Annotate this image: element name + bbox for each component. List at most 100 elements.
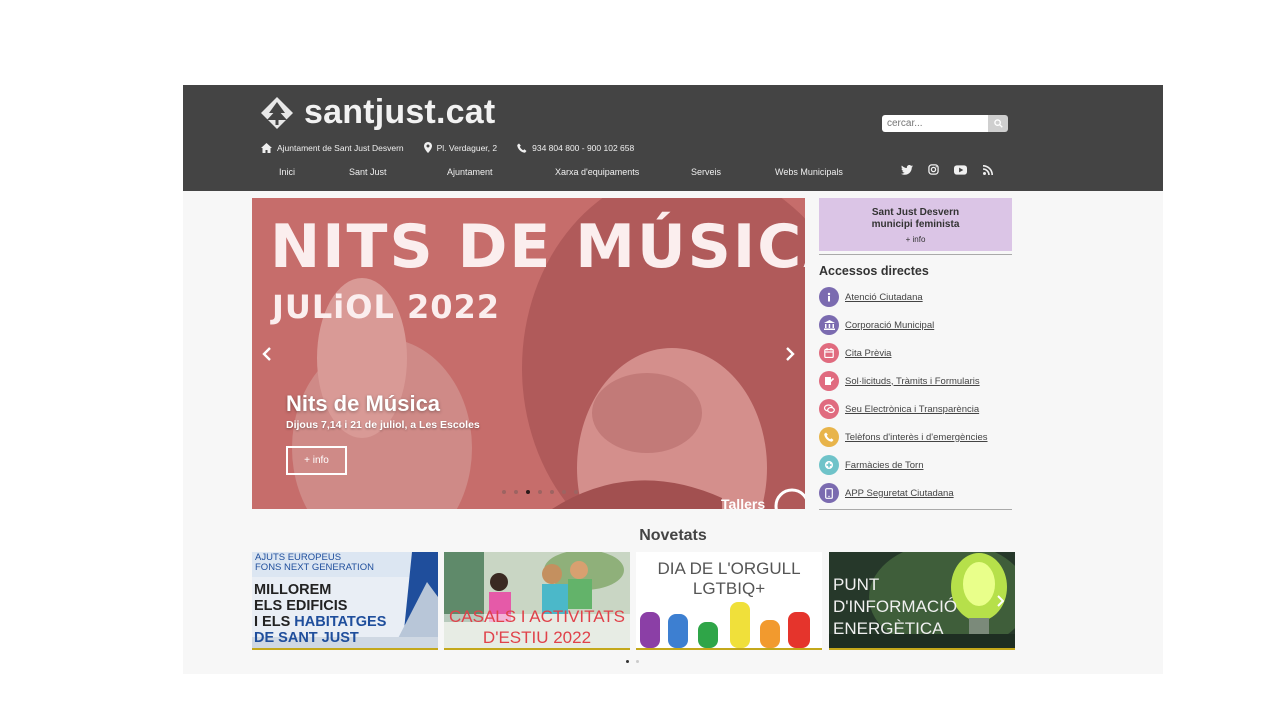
twitter-icon[interactable]	[899, 162, 914, 177]
access-item-telefons[interactable]: Telèfons d'interès i d'emergències	[819, 423, 1012, 451]
access-label[interactable]: Corporació Municipal	[845, 320, 934, 331]
slider-dot[interactable]	[574, 490, 578, 494]
address: Pl. Verdaguer, 2	[436, 142, 498, 153]
calendar-icon	[819, 343, 839, 363]
nav-item-webs-municipals[interactable]: Webs Municipals	[775, 167, 843, 177]
nav-item-equipaments[interactable]: Xarxa d'equipaments	[555, 167, 639, 177]
phone-icon	[517, 143, 527, 153]
access-item-cita-previa[interactable]: Cita Prèvia	[819, 339, 1012, 367]
main-nav: Inici Sant Just Ajuntament Xarxa d'equip…	[183, 167, 1163, 181]
news-line: I ELS HABITATGES	[254, 614, 386, 630]
news-line: LGTBIQ+	[692, 579, 766, 598]
rss-icon[interactable]	[980, 162, 995, 177]
news-line: ENERGÈTICA	[833, 619, 944, 638]
news-dot[interactable]	[636, 660, 639, 663]
chat-icon	[819, 399, 839, 419]
hero-caption: Nits de Música Dijous 7,14 i 21 de julio…	[286, 391, 480, 431]
instagram-icon[interactable]	[926, 162, 941, 177]
nav-item-sant-just[interactable]: Sant Just	[349, 167, 387, 177]
access-item-farmacies[interactable]: Farmàcies de Torn	[819, 451, 1012, 479]
home-icon	[261, 142, 272, 153]
access-label[interactable]: Seu Electrònica i Transparència	[845, 404, 979, 415]
news-tagline: AJUTS EUROPEUS FONS NEXT GENERATION	[255, 552, 374, 573]
news-dot-active[interactable]	[626, 660, 629, 663]
news-line: D'INFORMACIÓ	[833, 597, 958, 616]
news-headline: DIA DE L'ORGULL LGTBIQ+	[636, 559, 822, 599]
slider-dot[interactable]	[514, 490, 518, 494]
form-icon	[819, 371, 839, 391]
info-icon	[819, 287, 839, 307]
access-label[interactable]: Sol·licituds, Tràmits i Formularis	[845, 376, 980, 387]
news-headline: CASALS I ACTIVITATS D'ESTIU 2022	[444, 606, 630, 648]
news-pager	[626, 660, 639, 663]
poster-subtitle: JULiOL 2022	[272, 288, 501, 326]
poster-footer: Tallers	[721, 496, 766, 509]
address-info: Pl. Verdaguer, 2	[423, 142, 498, 153]
phone-info: 934 804 800 - 900 102 658	[517, 143, 634, 153]
access-label[interactable]: APP Seguretat Ciutadana	[845, 488, 954, 499]
logo-icon	[261, 96, 293, 129]
hero-title: Nits de Música	[286, 391, 441, 416]
sidebar: Sant Just Desvern municipi feminista + i…	[819, 198, 1012, 510]
news-card-energia[interactable]: PUNT D'INFORMACIÓ ENERGÈTICA	[829, 552, 1015, 650]
divider	[819, 509, 1012, 510]
hero-more-info-button[interactable]: + info	[286, 446, 347, 475]
nav-item-ajuntament[interactable]: Ajuntament	[447, 167, 493, 177]
search-box	[882, 115, 1008, 132]
access-item-seu-electronica[interactable]: Seu Electrònica i Transparència	[819, 395, 1012, 423]
access-title: Accessos directes	[819, 264, 929, 278]
access-label[interactable]: Atenció Ciutadana	[845, 292, 923, 303]
access-label[interactable]: Farmàcies de Torn	[845, 460, 924, 471]
search-button[interactable]	[988, 115, 1008, 132]
news-line: D'ESTIU 2022	[482, 628, 592, 647]
feminist-more-link[interactable]: + info	[819, 235, 1012, 244]
chevron-left-icon	[262, 347, 271, 361]
access-item-app-seguretat[interactable]: APP Seguretat Ciutadana	[819, 479, 1012, 507]
chevron-right-icon	[786, 347, 795, 361]
nav-item-serveis[interactable]: Serveis	[691, 167, 721, 177]
news-line: DIA DE L'ORGULL	[657, 559, 801, 578]
news-line: CASALS I ACTIVITATS	[448, 607, 626, 626]
feminist-banner[interactable]: Sant Just Desvern municipi feminista + i…	[819, 198, 1012, 251]
slider-dot[interactable]	[502, 490, 506, 494]
slider-dot-active[interactable]	[526, 490, 530, 494]
news-card-orgull[interactable]: DIA DE L'ORGULL LGTBIQ+	[636, 552, 822, 650]
news-next-button[interactable]	[996, 594, 1005, 612]
novetats-title: Novetats	[639, 527, 707, 544]
access-label[interactable]: Telèfons d'interès i d'emergències	[845, 432, 988, 443]
pharmacy-icon	[819, 455, 839, 475]
search-input[interactable]	[882, 115, 988, 132]
youtube-icon[interactable]	[953, 162, 968, 177]
news-line: PUNT	[833, 575, 880, 594]
org-info: Ajuntament de Sant Just Desvern	[261, 142, 404, 153]
access-item-corporacio[interactable]: Corporació Municipal	[819, 311, 1012, 339]
slider-dot[interactable]	[562, 490, 566, 494]
nav-item-inici[interactable]: Inici	[279, 167, 295, 177]
map-pin-icon	[423, 142, 432, 153]
news-card-casals[interactable]: CASALS I ACTIVITATS D'ESTIU 2022	[444, 552, 630, 650]
news-card-ajuts[interactable]: AJUTS EUROPEUS FONS NEXT GENERATION MILL…	[252, 552, 438, 650]
slider-dots	[502, 490, 578, 494]
news-line-highlight: HABITATGES	[294, 614, 387, 630]
mobile-icon	[819, 483, 839, 503]
access-label[interactable]: Cita Prèvia	[845, 348, 891, 359]
news-line: MILLOREM	[254, 582, 332, 598]
news-line-part: I ELS	[254, 614, 295, 630]
news-headline: MILLOREM ELS EDIFICIS I ELS HABITATGES D…	[254, 582, 386, 646]
hero-subtitle: Dijous 7,14 i 21 de juliol, a Les Escole…	[286, 419, 480, 431]
social-links	[899, 162, 995, 177]
page: santjust.cat Ajuntament de Sant Just Des…	[183, 85, 1163, 674]
slider-dot[interactable]	[538, 490, 542, 494]
next-slide-button[interactable]	[783, 344, 797, 364]
phone-number: 934 804 800 - 900 102 658	[532, 142, 635, 153]
feminist-line1: Sant Just Desvern	[871, 207, 960, 218]
poster-title: NITS DE MÚSICA	[270, 212, 805, 282]
news-line: DE SANT JUST	[254, 630, 359, 646]
chevron-right-icon	[997, 595, 1005, 607]
prev-slide-button[interactable]	[260, 344, 274, 364]
hero-slider: NITS DE MÚSICA JULiOL 2022 Nits de Músic…	[252, 198, 805, 509]
site-logo[interactable]: santjust.cat	[260, 93, 495, 132]
access-item-atencio[interactable]: Atenció Ciutadana	[819, 283, 1012, 311]
slider-dot[interactable]	[550, 490, 554, 494]
access-item-tramits[interactable]: Sol·licituds, Tràmits i Formularis	[819, 367, 1012, 395]
